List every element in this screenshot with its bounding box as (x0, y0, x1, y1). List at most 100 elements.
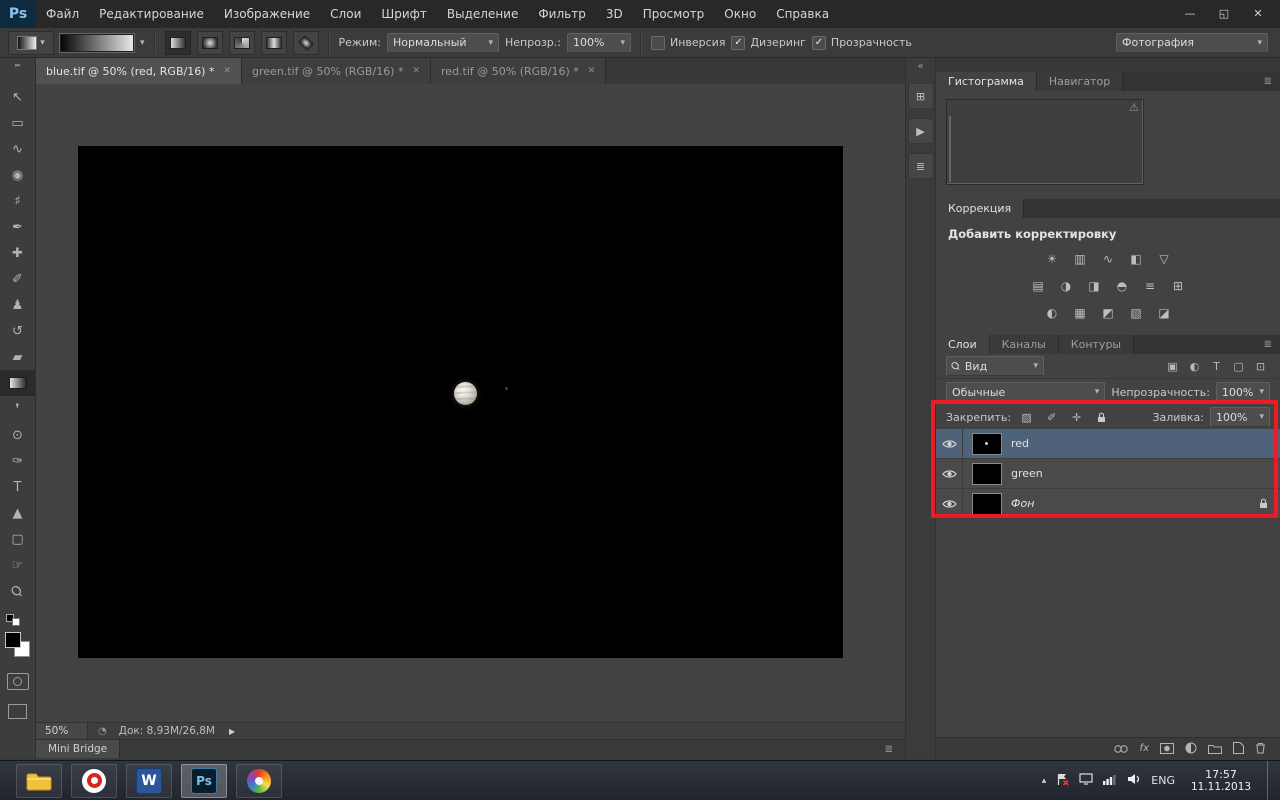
menu-image[interactable]: Изображение (214, 0, 320, 28)
layer-opacity-select[interactable]: 100% ▾ (1216, 382, 1270, 402)
actions-panel-button[interactable]: ▶ (908, 118, 934, 144)
tab-histogram[interactable]: Гистограмма (936, 72, 1037, 91)
brightness-contrast-button[interactable]: ☀ (1041, 250, 1063, 268)
status-menu-arrow-icon[interactable]: ▶ (229, 727, 235, 736)
new-group-button[interactable] (1208, 739, 1222, 758)
blend-mode-select[interactable]: Нормальный ▾ (387, 33, 499, 53)
menu-layers[interactable]: Слои (320, 0, 371, 28)
quick-mask-button[interactable] (7, 673, 29, 690)
eraser-tool[interactable]: ▰ (0, 344, 35, 370)
network-icon[interactable] (1103, 773, 1117, 788)
minimize-button[interactable]: — (1176, 4, 1204, 23)
volume-icon[interactable] (1127, 773, 1141, 788)
tab-close-icon[interactable]: ✕ (412, 66, 420, 76)
document-tab-green[interactable]: green.tif @ 50% (RGB/16) * ✕ (242, 58, 431, 84)
screen-mode-button[interactable] (8, 704, 27, 719)
lasso-tool[interactable]: ∿ (0, 136, 35, 162)
layer-name[interactable]: green (1011, 467, 1043, 480)
channel-mixer-button[interactable]: ≡ (1139, 277, 1161, 295)
show-desktop-button[interactable] (1267, 761, 1278, 800)
layer-thumbnail[interactable] (972, 463, 1002, 485)
layer-row-green[interactable]: green (936, 459, 1280, 489)
lock-all-icon[interactable] (1092, 409, 1111, 425)
lock-image-icon[interactable]: ✐ (1042, 409, 1061, 425)
document-canvas[interactable] (78, 146, 843, 658)
gradient-map-button[interactable]: ▧ (1125, 304, 1147, 322)
angle-gradient-button[interactable] (229, 31, 255, 55)
tool-preset-picker[interactable]: ▾ (8, 31, 54, 55)
workspace-select[interactable]: Фотография ▾ (1116, 33, 1268, 53)
visibility-toggle[interactable] (936, 489, 963, 518)
reflected-gradient-button[interactable] (261, 31, 287, 55)
color-balance-button[interactable]: ◑ (1055, 277, 1077, 295)
menu-edit[interactable]: Редактирование (89, 0, 214, 28)
menu-help[interactable]: Справка (766, 0, 839, 28)
taskbar-clock[interactable]: 17:57 11.11.2013 (1185, 768, 1257, 794)
menu-file[interactable]: Файл (36, 0, 89, 28)
layer-name[interactable]: Фон (1011, 497, 1034, 510)
smart-object-filter-icon[interactable]: ⊡ (1251, 358, 1270, 374)
file-explorer-button[interactable] (16, 764, 62, 798)
hue-saturation-button[interactable]: ▤ (1027, 277, 1049, 295)
eyedropper-tool[interactable]: ✒ (0, 214, 35, 240)
quick-selection-tool[interactable]: ◉ (0, 162, 35, 188)
new-layer-button[interactable] (1233, 739, 1244, 758)
layer-name[interactable]: red (1011, 437, 1029, 450)
document-tab-red[interactable]: red.tif @ 50% (RGB/16) * ✕ (431, 58, 606, 84)
panel-menu-icon[interactable]: ≣ (1264, 339, 1272, 350)
brush-tool[interactable]: ✐ (0, 266, 35, 292)
close-button[interactable]: ✕ (1244, 4, 1272, 23)
layer-thumbnail[interactable] (972, 433, 1002, 455)
path-selection-tool[interactable]: ▲ (0, 500, 35, 526)
invert-button[interactable]: ◐ (1041, 304, 1063, 322)
zoom-level-field[interactable]: 50% (36, 723, 88, 739)
panel-menu-icon[interactable]: ≣ (1264, 76, 1272, 87)
action-center-icon[interactable] (1056, 773, 1069, 789)
layer-thumbnail[interactable] (972, 493, 1002, 515)
properties-panel-button[interactable]: ⊞ (908, 83, 934, 109)
color-lookup-button[interactable]: ⊞ (1167, 277, 1189, 295)
tab-channels[interactable]: Каналы (990, 335, 1059, 354)
opacity-select[interactable]: 100% ▾ (567, 33, 631, 53)
threshold-button[interactable]: ◩ (1097, 304, 1119, 322)
restore-button[interactable]: ◱ (1210, 4, 1238, 23)
mini-bridge-menu-icon[interactable]: ≣ (885, 744, 893, 755)
type-tool[interactable]: T (0, 474, 35, 500)
layer-filter-select[interactable]: Ϙ Вид ▾ (946, 356, 1044, 376)
menu-type[interactable]: Шрифт (371, 0, 437, 28)
menu-view[interactable]: Просмотр (633, 0, 715, 28)
lock-transparency-icon[interactable]: ▨ (1017, 409, 1036, 425)
language-indicator[interactable]: ENG (1151, 774, 1175, 787)
foreground-color-swatch[interactable] (5, 632, 21, 648)
tab-close-icon[interactable]: ✕ (223, 66, 231, 76)
clone-source-panel-button[interactable]: ≣ (908, 153, 934, 179)
mini-bridge-tab[interactable]: Mini Bridge (36, 740, 120, 758)
healing-brush-tool[interactable]: ✚ (0, 240, 35, 266)
move-tool[interactable]: ↖ (0, 84, 35, 110)
menu-3d[interactable]: 3D (596, 0, 633, 28)
warning-icon[interactable]: ⚠ (1129, 101, 1139, 114)
vibrance-button[interactable]: ▽ (1153, 250, 1175, 268)
exposure-button[interactable]: ◧ (1125, 250, 1147, 268)
default-colors-icon[interactable] (6, 614, 20, 626)
menu-window[interactable]: Окно (714, 0, 766, 28)
history-brush-tool[interactable]: ↺ (0, 318, 35, 344)
pen-tool[interactable]: ✑ (0, 448, 35, 474)
tab-adjustments[interactable]: Коррекция (936, 199, 1024, 218)
curves-button[interactable]: ∿ (1097, 250, 1119, 268)
menu-filter[interactable]: Фильтр (528, 0, 595, 28)
new-adjustment-layer-button[interactable] (1185, 739, 1197, 758)
lock-position-icon[interactable]: ✛ (1067, 409, 1086, 425)
add-mask-button[interactable] (1160, 739, 1174, 758)
layer-style-button[interactable]: fx (1140, 743, 1149, 754)
shape-filter-icon[interactable]: ▢ (1229, 358, 1248, 374)
crop-tool[interactable]: ♯ (0, 188, 35, 214)
clone-stamp-tool[interactable]: ♟ (0, 292, 35, 318)
hidden-icons-chevron[interactable]: ▴ (1042, 776, 1047, 786)
tab-navigator[interactable]: Навигатор (1037, 72, 1123, 91)
dither-checkbox[interactable]: ✓ (731, 36, 745, 50)
photoshop-taskbar-button[interactable]: Ps (181, 764, 227, 798)
document-tab-blue[interactable]: blue.tif @ 50% (red, RGB/16) * ✕ (36, 58, 242, 84)
linear-gradient-button[interactable] (165, 31, 191, 55)
paint-app-button[interactable] (236, 764, 282, 798)
